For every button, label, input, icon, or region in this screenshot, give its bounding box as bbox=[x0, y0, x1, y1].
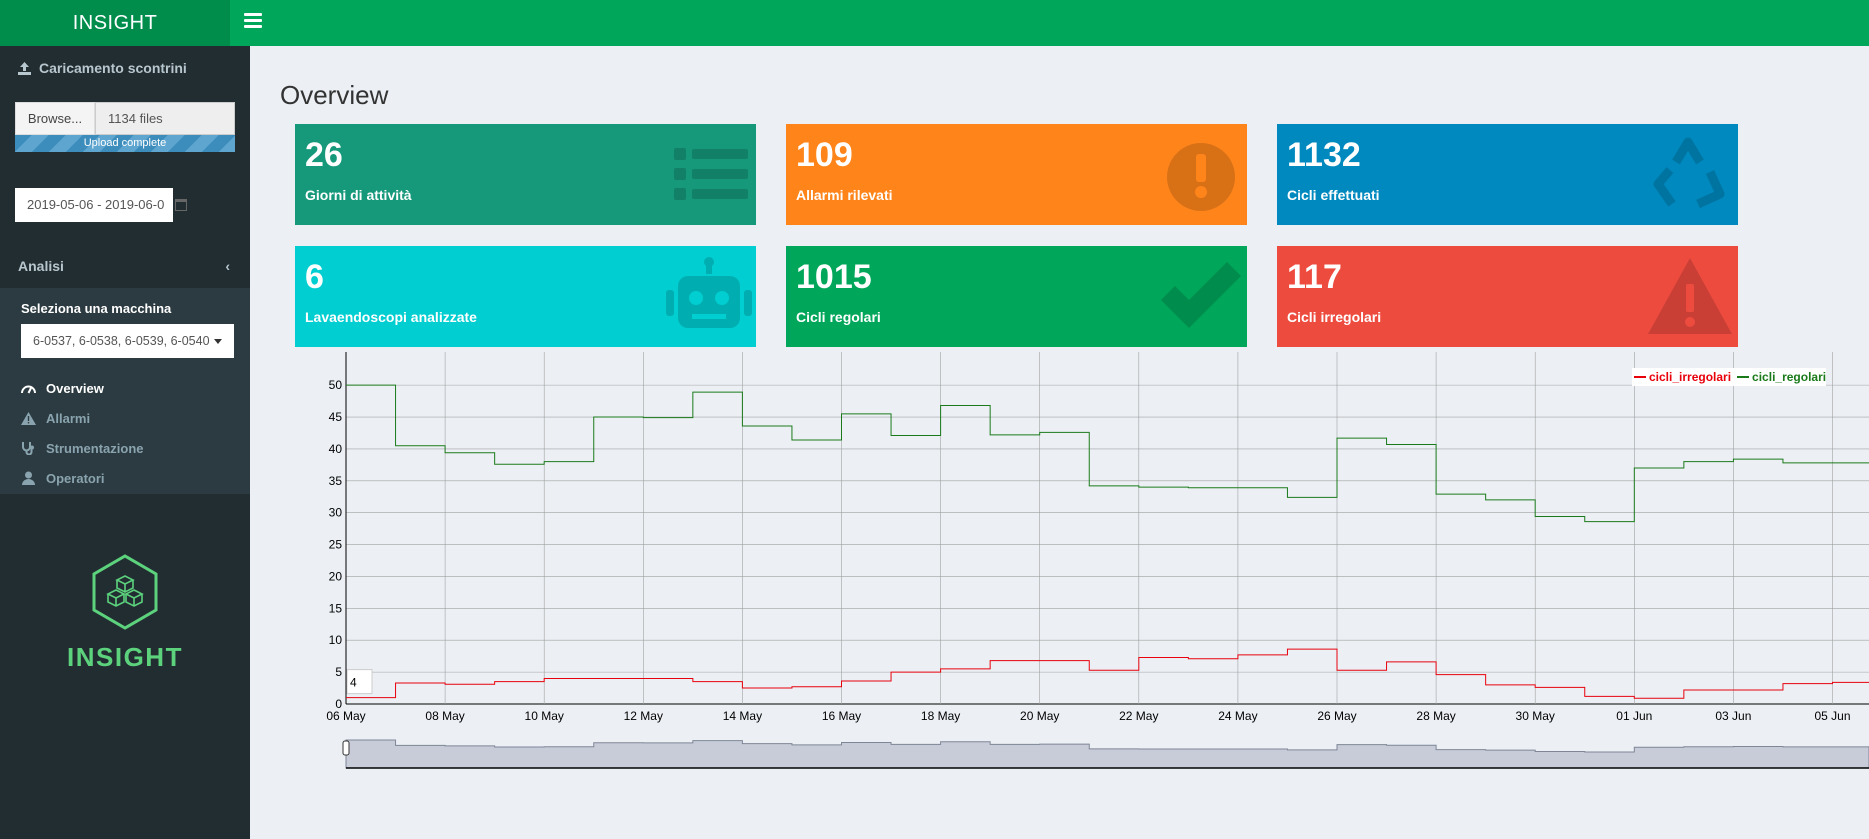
machine-select[interactable]: 6-0537, 6-0538, 6-0539, 6-0540 bbox=[21, 324, 234, 358]
x-tick-label: 28 May bbox=[1416, 709, 1455, 723]
y-tick-label: 25 bbox=[329, 538, 343, 552]
value-box-label: Cicli irregolari bbox=[1287, 309, 1382, 325]
sidebar-item-label: Strumentazione bbox=[46, 440, 144, 456]
legend-label: cicli_regolari bbox=[1752, 370, 1827, 384]
value-box-cicli-effettuati: 1132 Cicli effettuati bbox=[1277, 124, 1738, 225]
value-box-label: Lavaendoscopi analizzate bbox=[305, 309, 477, 325]
brand-name: INSIGHT bbox=[67, 642, 183, 672]
x-tick-label: 20 May bbox=[1020, 709, 1059, 723]
x-tick-label: 03 Jun bbox=[1715, 709, 1751, 723]
x-tick-label: 18 May bbox=[921, 709, 960, 723]
cycles-line-chart[interactable]: 0510152025303540455006 May 08 May 10 May 12… bbox=[300, 352, 1869, 782]
x-tick-label: 24 May bbox=[1218, 709, 1257, 723]
sidebar-item-label: Operatori bbox=[46, 470, 105, 486]
y-tick-label: 5 bbox=[335, 665, 342, 679]
user-icon bbox=[22, 471, 35, 485]
value-box-label: Giorni di attività bbox=[305, 187, 412, 203]
page-title: Overview bbox=[280, 80, 389, 110]
date-range-input[interactable]: 2019-05-06 - 2019-06-0 bbox=[15, 188, 173, 222]
y-tick-label: 45 bbox=[329, 410, 343, 424]
y-tick-label: 50 bbox=[329, 378, 343, 392]
x-tick-label: 16 May bbox=[822, 709, 861, 723]
upload-progress-bar: Upload complete bbox=[15, 135, 235, 152]
x-tick-label: 30 May bbox=[1516, 709, 1555, 723]
x-tick-label: 12 May bbox=[624, 709, 663, 723]
x-tick-label: 06 May bbox=[326, 709, 365, 723]
tachometer-icon bbox=[21, 385, 36, 393]
legend-label: cicli_irregolari bbox=[1649, 370, 1732, 384]
legend-item-regolari: cicli_regolari bbox=[1737, 370, 1826, 384]
top-navbar: INSIGHT bbox=[0, 0, 1869, 46]
value-box-allarmi: 109 Allarmi rilevati bbox=[786, 124, 1247, 225]
insight-logo-icon bbox=[92, 554, 158, 630]
chevron-left-icon: ‹ bbox=[225, 258, 230, 274]
y-tick-label: 15 bbox=[329, 601, 343, 615]
value-box-number: 117 bbox=[1287, 258, 1342, 296]
warning-icon bbox=[21, 411, 36, 425]
bars-icon[interactable] bbox=[244, 13, 262, 31]
value-box-label: Cicli regolari bbox=[796, 309, 881, 325]
value-box-label: Cicli effettuati bbox=[1287, 187, 1380, 203]
warning-icon bbox=[1648, 258, 1732, 334]
value-box-label: Allarmi rilevati bbox=[796, 187, 893, 203]
value-box-number: 26 bbox=[305, 136, 343, 174]
x-tick-label: 22 May bbox=[1119, 709, 1158, 723]
x-tick-label: 01 Jun bbox=[1616, 709, 1652, 723]
upload-title-text: Caricamento scontrini bbox=[39, 60, 187, 76]
value-box-number: 1015 bbox=[796, 258, 872, 296]
browse-button[interactable]: Browse... bbox=[15, 102, 95, 135]
file-input[interactable]: Browse... 1134 files bbox=[15, 102, 235, 135]
x-tick-label: 14 May bbox=[723, 709, 762, 723]
sidebar-item-strumentazione[interactable]: Strumentazione bbox=[0, 433, 250, 463]
legend-swatch bbox=[1634, 376, 1646, 378]
legend-swatch bbox=[1737, 376, 1750, 378]
series-line-cicli_regolari bbox=[346, 384, 1869, 523]
y-tick-label: 10 bbox=[329, 633, 343, 647]
upload-icon bbox=[18, 61, 31, 75]
y-tick-label: 30 bbox=[329, 506, 343, 520]
value-box-number: 1132 bbox=[1287, 136, 1361, 174]
machine-select-value: 6-0537, 6-0538, 6-0539, 6-0540 bbox=[33, 334, 210, 348]
y-tick-label: 35 bbox=[329, 474, 343, 488]
list-icon bbox=[674, 148, 748, 200]
range-selector-handle[interactable] bbox=[342, 740, 350, 756]
recycle-icon bbox=[1653, 137, 1725, 209]
analisi-label: Analisi bbox=[18, 258, 64, 274]
sidebar: Caricamento scontrini Browse... 1134 fil… bbox=[0, 46, 250, 839]
x-tick-label: 08 May bbox=[425, 709, 464, 723]
sidebar-item-overview[interactable]: Overview bbox=[0, 373, 250, 403]
file-name-field[interactable]: 1134 files bbox=[95, 102, 235, 135]
series-line-cicli_irregolari bbox=[346, 648, 1869, 699]
x-tick-label: 05 Jun bbox=[1814, 709, 1850, 723]
range-selector-area bbox=[345, 739, 1869, 769]
value-box-giorni: 26 Giorni di attività bbox=[295, 124, 756, 225]
value-box-cicli-regolari: 1015 Cicli regolari bbox=[786, 246, 1247, 347]
sidebar-item-label: Overview bbox=[46, 380, 104, 396]
app-logo-title[interactable]: INSIGHT bbox=[0, 0, 230, 46]
y-tick-label: 40 bbox=[329, 442, 343, 456]
robot-icon bbox=[666, 257, 752, 328]
check-icon bbox=[1161, 262, 1241, 328]
hover-value-label: 4 bbox=[350, 676, 357, 690]
stethoscope-icon bbox=[22, 442, 34, 455]
machine-select-label: Seleziona una macchina bbox=[21, 301, 172, 316]
chart-legend: cicli_irregolari cicli_regolari bbox=[1632, 368, 1827, 386]
caret-down-icon bbox=[214, 339, 222, 344]
calendar-icon[interactable] bbox=[175, 199, 187, 211]
sidebar-item-label: Allarmi bbox=[46, 410, 91, 426]
upload-section-title: Caricamento scontrini bbox=[18, 60, 187, 76]
value-box-lavaendoscopi: 6 Lavaendoscopi analizzate bbox=[295, 246, 756, 347]
x-tick-label: 10 May bbox=[525, 709, 564, 723]
sidebar-item-operatori[interactable]: Operatori bbox=[0, 463, 250, 493]
legend-item-irregolari: cicli_irregolari bbox=[1634, 370, 1731, 384]
value-box-number: 109 bbox=[796, 136, 853, 174]
y-tick-label: 20 bbox=[329, 569, 343, 583]
exclamation-circle-icon bbox=[1167, 143, 1235, 211]
value-box-number: 6 bbox=[305, 258, 324, 296]
x-tick-label: 26 May bbox=[1317, 709, 1356, 723]
value-box-cicli-irregolari: 117 Cicli irregolari bbox=[1277, 246, 1738, 347]
sidebar-item-allarmi[interactable]: Allarmi bbox=[0, 403, 250, 433]
sidebar-section-analisi[interactable]: Analisi ‹ bbox=[0, 250, 250, 282]
